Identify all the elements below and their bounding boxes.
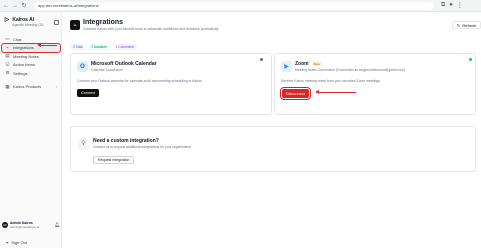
chevron-right-icon: ›: [55, 84, 57, 90]
refresh-button[interactable]: ↻ Refresh: [452, 21, 481, 29]
user-profile[interactable]: AK Admin Kairos admin@meetkairos.ai 🔔︎: [2, 221, 60, 229]
sidebar-item-settings[interactable]: ⚙ Settings: [2, 69, 60, 78]
refresh-icon: ↻: [457, 22, 461, 28]
custom-integration-title: Need a custom integration?: [93, 138, 159, 144]
beta-badge: Beta: [311, 61, 322, 67]
forward-icon[interactable]: →: [12, 2, 18, 10]
integration-name: Zoom Beta: [295, 61, 322, 67]
kairos-logo-icon: ᐅ: [4, 17, 10, 24]
sidebar: ᐅ Kairos AI Agentic Meeting OS ▭ Chat ⌁ …: [0, 12, 62, 248]
available-badge: 2 Available: [88, 44, 110, 50]
sidebar-item-action-items[interactable]: ☑ Action Items: [2, 61, 60, 70]
lightbulb-icon: 💡︎: [78, 139, 89, 150]
integration-description: Connect your Outlook calendar for calend…: [77, 79, 203, 83]
chat-icon: ▭: [5, 36, 10, 42]
logout-icon: ⇥: [5, 240, 9, 245]
profile-icon[interactable]: ●: [449, 2, 453, 9]
main-content: ⌁ Integrations Connect Kairos with your …: [63, 12, 481, 248]
connect-button[interactable]: Connect: [77, 89, 100, 97]
request-integration-button[interactable]: Request Integration: [93, 156, 135, 164]
sidebar-item-meeting-notes[interactable]: ▤ Meeting Notes: [2, 52, 60, 61]
status-dot-icon: [260, 58, 263, 61]
sidebar-item-label: Action Items: [13, 62, 36, 68]
plug-icon: ⌁: [6, 44, 9, 50]
integration-type: Meeting Notes Connection (Connected as s…: [295, 68, 405, 72]
checklist-icon: ☑: [5, 61, 10, 67]
annotation-arrow-icon: [37, 42, 57, 48]
grid-icon: ▦: [5, 83, 10, 89]
reload-icon[interactable]: ↻: [21, 2, 27, 10]
user-email: admin@meetkairos.ai: [10, 225, 40, 229]
brand: ᐅ Kairos AI Agentic Meeting OS: [4, 17, 44, 27]
bell-icon[interactable]: 🔔︎: [54, 222, 60, 228]
notes-icon: ▤: [5, 53, 10, 59]
sign-out-label: Sign Out: [11, 240, 27, 245]
zoom-video-icon: ▶: [281, 61, 292, 72]
address-bar[interactable]: app.dev.meetkairos.ai/integrations: [34, 1, 434, 10]
integration-name: Microsoft Outlook Calendar: [91, 61, 157, 67]
connected-status-dot-icon: [469, 58, 472, 61]
sidebar-item-label: Meeting Notes: [13, 53, 39, 59]
integration-card-outlook: O Microsoft Outlook Calendar Calendar Co…: [70, 53, 272, 115]
back-icon[interactable]: ←: [3, 2, 9, 10]
annotation-arrow-icon: [315, 89, 356, 95]
page-subtitle: Connect Kairos with your favorite tools …: [83, 27, 219, 31]
integrations-header-icon: ⌁: [70, 20, 80, 30]
integration-stats: 2 Total 2 Available 1 Connected: [70, 44, 137, 50]
sidebar-item-chat[interactable]: ▭ Chat: [2, 35, 60, 44]
avatar: AK: [2, 222, 8, 228]
sign-out-button[interactable]: ⇥ Sign Out: [5, 240, 27, 245]
integration-card-zoom: ▶ Zoom Beta Meeting Notes Connection (Con…: [274, 53, 476, 115]
page-title: Integrations: [83, 19, 124, 26]
sidebar-item-label: Chat: [13, 36, 22, 42]
browser-menu-icon[interactable]: ⋮: [457, 2, 463, 9]
refresh-label: Refresh: [462, 22, 477, 28]
brand-tagline: Agentic Meeting OS: [12, 23, 44, 27]
total-badge: 2 Total: [70, 44, 86, 50]
custom-integration-card: 💡︎ Need a custom integration? Contact us…: [70, 126, 476, 172]
custom-integration-subtitle: Contact us to request additional integra…: [93, 145, 192, 149]
disconnect-button[interactable]: Disconnect: [279, 86, 312, 101]
sidebar-item-label: Integrations: [13, 45, 34, 51]
connected-badge: 1 Connected: [112, 44, 137, 50]
integration-description: Receive Kairos meeting notes from your r…: [281, 79, 381, 83]
browser-toolbar: ← → ↻ app.dev.meetkairos.ai/integrations…: [0, 0, 481, 12]
gear-icon: ⚙: [5, 70, 10, 76]
address-text: app.dev.meetkairos.ai/integrations: [38, 3, 99, 8]
sidebar-item-label: Kairos Products: [13, 84, 42, 90]
sidebar-menu: ▭ Chat ⌁ Integrations ▤ Meeting Notes ☑ …: [1, 35, 61, 92]
sidebar-item-kairos-products[interactable]: ▦ Kairos Products ›: [2, 83, 60, 92]
sidebar-toggle-icon[interactable]: [54, 20, 59, 25]
integration-type: Calendar Connection: [91, 68, 123, 72]
sidebar-item-label: Settings: [13, 70, 28, 76]
outlook-icon: O: [77, 61, 88, 72]
extensions-icon[interactable]: ⧉: [441, 2, 445, 9]
